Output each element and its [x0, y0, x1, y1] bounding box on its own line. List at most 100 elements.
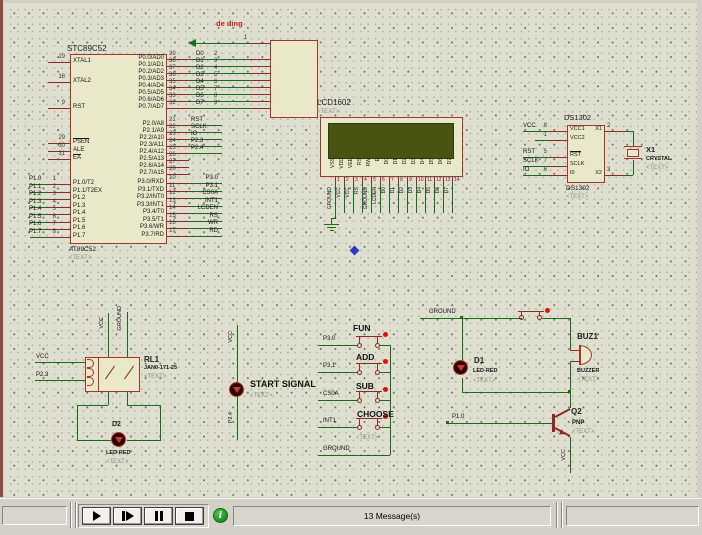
relay-divider[interactable] [98, 358, 99, 391]
buzzer-pin-stub[interactable] [570, 350, 579, 351]
mcu-pin-stub[interactable] [48, 108, 70, 109]
ds1302-pin-stub[interactable] [549, 166, 567, 167]
net-wire[interactable] [30, 237, 48, 238]
lcd-pin-stub[interactable] [353, 177, 354, 185]
net-wire[interactable] [452, 185, 453, 213]
net-wire[interactable] [77, 440, 111, 441]
net-wire[interactable] [108, 313, 109, 357]
button-actuator[interactable] [383, 387, 388, 392]
net-wire[interactable] [318, 427, 358, 428]
ground-symbol[interactable] [330, 230, 334, 231]
pause-button[interactable] [144, 507, 173, 525]
button-bar[interactable] [356, 336, 382, 337]
crystal-plate[interactable] [624, 158, 642, 159]
lcd-pin-stub[interactable] [425, 177, 426, 185]
net-wire[interactable] [633, 160, 634, 175]
net-wire[interactable] [523, 175, 549, 176]
connector-pin-stub[interactable] [250, 108, 270, 109]
net-wire[interactable] [462, 378, 463, 392]
button-post[interactable] [359, 336, 360, 343]
lcd-pin-stub[interactable] [362, 177, 363, 185]
net-wire[interactable] [380, 400, 390, 401]
mcu-pin-stub[interactable] [167, 108, 189, 109]
message-panel[interactable]: 13 Message(s) [233, 506, 551, 526]
mcu-pin-stub[interactable] [48, 237, 70, 238]
net-wire[interactable] [570, 318, 571, 350]
ground-symbol[interactable] [324, 224, 339, 225]
connector-pin-stub[interactable] [250, 43, 270, 44]
net-wire[interactable] [633, 131, 634, 147]
button-post[interactable] [377, 391, 378, 398]
led-d2[interactable] [111, 432, 126, 447]
net-wire[interactable] [448, 423, 553, 424]
info-icon[interactable]: i [213, 508, 228, 523]
button-post[interactable] [377, 418, 378, 425]
ds1302-pin-stub[interactable] [549, 157, 567, 158]
ds1302-pin-stub[interactable] [549, 140, 567, 141]
led-start-signal[interactable] [229, 382, 244, 397]
net-wire[interactable] [623, 131, 633, 132]
lcd-pin-stub[interactable] [389, 177, 390, 185]
ds1302-pin-stub[interactable] [605, 131, 623, 132]
net-wire[interactable] [318, 345, 358, 346]
net-wire[interactable] [570, 361, 571, 408]
button-actuator[interactable] [545, 308, 550, 313]
net-wire[interactable] [570, 437, 571, 473]
lcd-pin-stub[interactable] [434, 177, 435, 185]
button-terminal[interactable] [357, 370, 362, 375]
net-wire[interactable] [160, 405, 161, 441]
button-post[interactable] [359, 391, 360, 398]
stop-button[interactable] [175, 507, 204, 525]
lcd-screen[interactable] [328, 123, 454, 159]
connector-pin-stub[interactable] [250, 87, 270, 88]
lcd-pin-stub[interactable] [416, 177, 417, 185]
net-wire[interactable] [535, 140, 549, 141]
buzzer-body[interactable] [579, 345, 592, 365]
connector-pin-stub[interactable] [250, 80, 270, 81]
ground-symbol[interactable] [327, 227, 336, 228]
connector-pin-stub[interactable] [250, 101, 270, 102]
button-terminal[interactable] [357, 398, 362, 403]
buzzer-pin-stub[interactable] [570, 361, 579, 362]
net-wire[interactable] [380, 427, 390, 428]
button-actuator[interactable] [383, 332, 388, 337]
net-wire[interactable] [127, 312, 128, 357]
connector-pin-stub[interactable] [250, 94, 270, 95]
lcd-pin-stub[interactable] [335, 177, 336, 185]
net-wire[interactable] [35, 362, 85, 363]
crystal-body[interactable] [627, 149, 639, 157]
net-wire[interactable] [189, 108, 250, 109]
crystal-plate[interactable] [624, 146, 642, 147]
button-post[interactable] [359, 418, 360, 425]
button-terminal[interactable] [357, 343, 362, 348]
button-bar[interactable] [356, 363, 382, 364]
net-wire[interactable] [127, 392, 128, 405]
net-wire[interactable] [420, 318, 522, 319]
net-wire[interactable] [462, 318, 463, 360]
connector-pin-stub[interactable] [250, 66, 270, 67]
ds1302-pin-stub[interactable] [549, 175, 567, 176]
lcd-pin-stub[interactable] [452, 177, 453, 185]
lcd-pin-stub[interactable] [380, 177, 381, 185]
connector-pin-stub[interactable] [250, 59, 270, 60]
net-wire[interactable] [380, 372, 390, 373]
net-wire[interactable] [189, 236, 222, 237]
connector-body[interactable] [270, 40, 318, 118]
button-bar[interactable] [356, 391, 382, 392]
connector-pin-stub[interactable] [250, 73, 270, 74]
button-post[interactable] [377, 363, 378, 370]
mcu-pin-stub[interactable] [48, 159, 70, 160]
button-bar[interactable] [518, 311, 544, 312]
net-wire[interactable] [542, 318, 570, 319]
step-button[interactable] [113, 507, 142, 525]
mcu-pin-stub[interactable] [167, 236, 189, 237]
mcu-pin-stub[interactable] [48, 62, 70, 63]
net-wire[interactable] [35, 380, 85, 381]
ds1302-pin-stub[interactable] [605, 175, 623, 176]
net-wire[interactable] [623, 175, 633, 176]
net-wire[interactable] [318, 400, 358, 401]
led-d1[interactable] [453, 360, 468, 375]
button-post[interactable] [377, 336, 378, 343]
net-wire[interactable] [127, 440, 160, 441]
net-wire[interactable] [77, 405, 78, 440]
